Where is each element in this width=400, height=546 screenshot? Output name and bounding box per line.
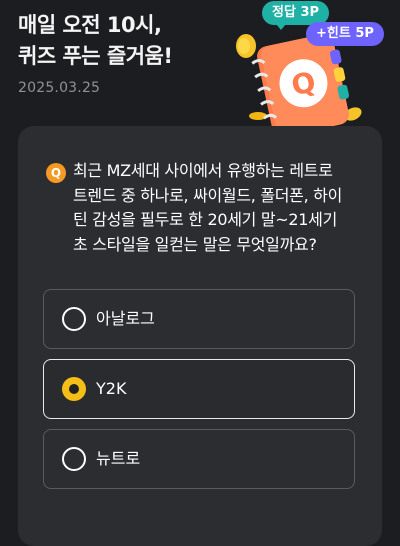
answer-option-1[interactable]: 아날로그 [43,289,355,349]
radio-icon[interactable] [62,307,86,331]
question-line: 틴 감성을 필두로 한 20세기 말~21세기 [73,210,338,229]
coin-icon [236,34,256,58]
page-title: 매일 오전 10시, 퀴즈 푸는 즐거움! [18,10,173,72]
answer-option-label: Y2K [96,379,127,398]
title-line-2: 퀴즈 푸는 즐거움! [18,44,173,68]
radio-icon[interactable] [62,447,86,471]
question-line: 트렌드 중 하나로, 싸이월드, 폴더폰, 하이 [73,185,343,205]
quiz-date: 2025.03.25 [18,80,101,96]
answer-option-label: 뉴트로 [96,449,141,468]
question-icon: Q [46,163,66,183]
answer-option-label: 아날로그 [96,309,155,328]
hint-points-badge[interactable]: +힌트 5P [306,22,384,46]
question-line: 최근 MZ세대 사이에서 유행하는 레트로 [73,161,333,180]
answer-option-3[interactable]: 뉴트로 [43,429,355,489]
answer-option-2[interactable]: Y2K [43,359,355,419]
hint-points-label: +힌트 5P [316,26,374,41]
question-text: 최근 MZ세대 사이에서 유행하는 레트로 트렌드 중 하나로, 싸이월드, 폴… [73,159,373,257]
answer-points-label: 정답 3P [272,5,320,20]
title-line-1: 매일 오전 10시, [18,13,162,37]
question-line: 초 스타일을 일컫는 말은 무엇일까요? [73,234,317,254]
radio-selected-icon[interactable] [62,377,86,401]
coin-icon [249,112,267,120]
